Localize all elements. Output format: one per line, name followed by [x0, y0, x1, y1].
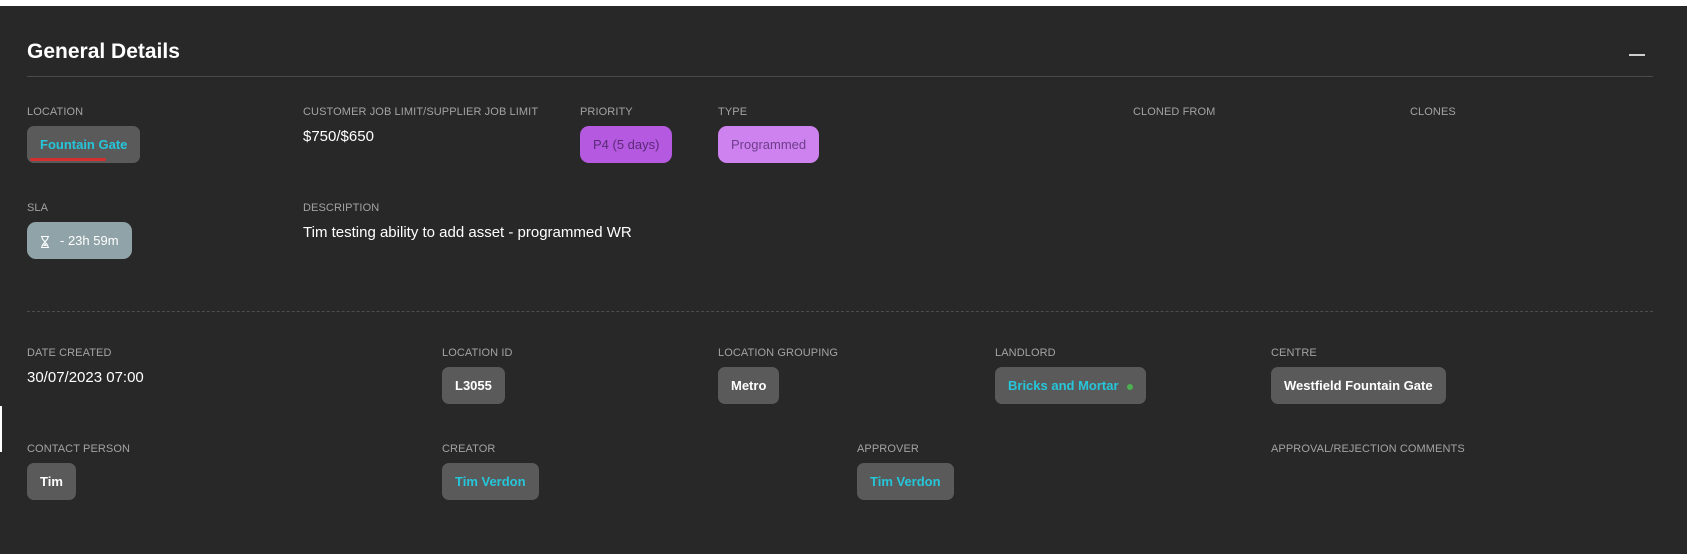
sla-badge: - 23h 59m [27, 222, 132, 259]
landlord-field: LANDLORD Bricks and Mortar [995, 347, 1146, 404]
type-badge: Programmed [718, 126, 820, 163]
header-divider [27, 76, 1653, 77]
contact-person-field: CONTACT PERSON Tim [27, 443, 130, 500]
sla-value: - 23h 59m [60, 233, 119, 248]
job-limit-value: $750/$650 [303, 128, 374, 145]
approver-label: APPROVER [857, 443, 919, 455]
description-field: DESCRIPTION Tim testing ability to add a… [303, 202, 632, 241]
landlord-name: Bricks and Mortar [1008, 378, 1119, 393]
job-limit-field: CUSTOMER JOB LIMIT/SUPPLIER JOB LIMIT $7… [303, 106, 538, 145]
creator-field: CREATOR Tim Verdon [442, 443, 539, 500]
type-field: TYPE Programmed [718, 106, 820, 163]
priority-label: PRIORITY [580, 106, 633, 118]
cloned-from-field: CLONED FROM [1133, 106, 1215, 118]
location-id-label: LOCATION ID [442, 347, 513, 359]
red-underline-annotation [30, 158, 106, 161]
creator-label: CREATOR [442, 443, 496, 455]
landlord-label: LANDLORD [995, 347, 1056, 359]
section-title: General Details [27, 40, 180, 63]
location-grouping-label: LOCATION GROUPING [718, 347, 839, 359]
approval-comments-field: APPROVAL/REJECTION COMMENTS [1271, 443, 1465, 455]
general-details-panel: General Details LOCATION Fountain Gate C… [0, 6, 1687, 554]
location-id-chip: L3055 [442, 367, 505, 404]
approver-field: APPROVER Tim Verdon [857, 443, 954, 500]
sla-label: SLA [27, 202, 49, 214]
clones-label: CLONES [1410, 106, 1456, 118]
contact-person-label: CONTACT PERSON [27, 443, 131, 455]
landlord-link[interactable]: Bricks and Mortar [995, 367, 1146, 404]
centre-field: CENTRE Westfield Fountain Gate [1271, 347, 1446, 404]
section-divider [27, 311, 1653, 312]
contact-person-chip: Tim [27, 463, 76, 500]
description-label: DESCRIPTION [303, 202, 380, 214]
creator-link[interactable]: Tim Verdon [442, 463, 539, 500]
centre-chip: Westfield Fountain Gate [1271, 367, 1446, 404]
date-created-value: 30/07/2023 07:00 [27, 369, 144, 386]
minus-icon [1629, 54, 1645, 56]
location-grouping-field: LOCATION GROUPING Metro [718, 347, 838, 404]
location-label: LOCATION [27, 106, 84, 118]
hourglass-icon [41, 235, 49, 248]
approver-link[interactable]: Tim Verdon [857, 463, 954, 500]
location-field: LOCATION Fountain Gate [27, 106, 141, 163]
date-created-field: DATE CREATED 30/07/2023 07:00 [27, 347, 144, 386]
date-created-label: DATE CREATED [27, 347, 112, 359]
priority-badge: P4 (5 days) [580, 126, 673, 163]
centre-label: CENTRE [1271, 347, 1317, 359]
status-dot-icon [1126, 383, 1133, 390]
cloned-from-label: CLONED FROM [1133, 106, 1216, 118]
location-grouping-chip: Metro [718, 367, 780, 404]
priority-field: PRIORITY P4 (5 days) [580, 106, 673, 163]
scroll-edge-marker [0, 406, 2, 452]
description-value: Tim testing ability to add asset - progr… [303, 224, 632, 241]
sla-field: SLA - 23h 59m [27, 202, 132, 259]
clones-field: CLONES [1410, 106, 1456, 118]
approval-comments-label: APPROVAL/REJECTION COMMENTS [1271, 443, 1465, 455]
type-label: TYPE [718, 106, 748, 118]
job-limit-label: CUSTOMER JOB LIMIT/SUPPLIER JOB LIMIT [303, 106, 539, 118]
collapse-button[interactable] [1625, 43, 1649, 63]
location-id-field: LOCATION ID L3055 [442, 347, 513, 404]
